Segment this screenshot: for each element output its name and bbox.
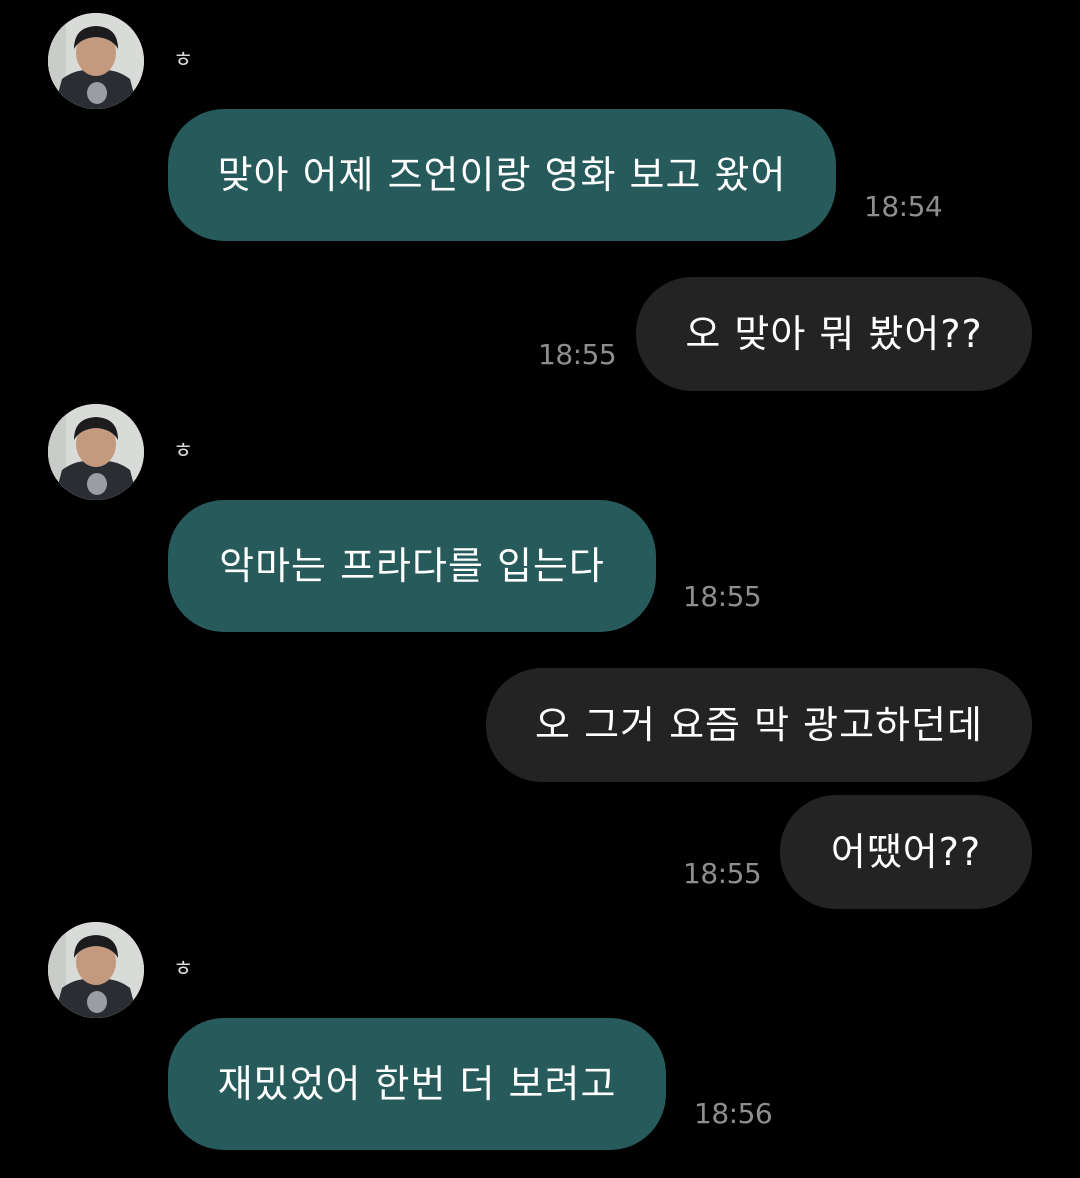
message-bubble-incoming[interactable]: 재밌었어 한번 더 보려고 xyxy=(168,1018,666,1150)
message-text: 어땠어?? xyxy=(830,830,982,874)
message-text: 재밌었어 한번 더 보려고 xyxy=(217,1062,617,1106)
message-text: 악마는 프라다를 입는다 xyxy=(219,544,605,588)
message-bubble-outgoing[interactable]: 오 맞아 뭐 봤어?? xyxy=(636,277,1032,391)
message-timestamp: 18:55 xyxy=(538,338,617,371)
message-text: 오 그거 요즘 막 광고하던데 xyxy=(535,703,983,747)
sender-name: ㅎ xyxy=(173,957,194,982)
contact-avatar[interactable] xyxy=(48,922,144,1018)
message-bubble-incoming[interactable]: 악마는 프라다를 입는다 xyxy=(168,500,656,632)
profile-photo-icon xyxy=(48,922,144,1018)
message-timestamp: 18:56 xyxy=(694,1097,773,1130)
message-bubble-incoming[interactable]: 맞아 어제 즈언이랑 영화 보고 왔어 xyxy=(168,109,836,241)
sender-name: ㅎ xyxy=(173,48,194,73)
message-bubble-outgoing[interactable]: 오 그거 요즘 막 광고하던데 xyxy=(486,668,1032,782)
message-bubble-outgoing[interactable]: 어땠어?? xyxy=(780,795,1032,909)
message-timestamp: 18:55 xyxy=(683,857,762,890)
profile-photo-icon xyxy=(48,13,144,109)
message-text: 오 맞아 뭐 봤어?? xyxy=(685,312,983,356)
message-timestamp: 18:54 xyxy=(864,190,943,223)
message-text: 맞아 어제 즈언이랑 영화 보고 왔어 xyxy=(217,153,787,197)
contact-avatar[interactable] xyxy=(48,13,144,109)
sender-name: ㅎ xyxy=(173,439,194,464)
profile-photo-icon xyxy=(48,404,144,500)
message-timestamp: 18:55 xyxy=(683,580,762,613)
contact-avatar[interactable] xyxy=(48,404,144,500)
